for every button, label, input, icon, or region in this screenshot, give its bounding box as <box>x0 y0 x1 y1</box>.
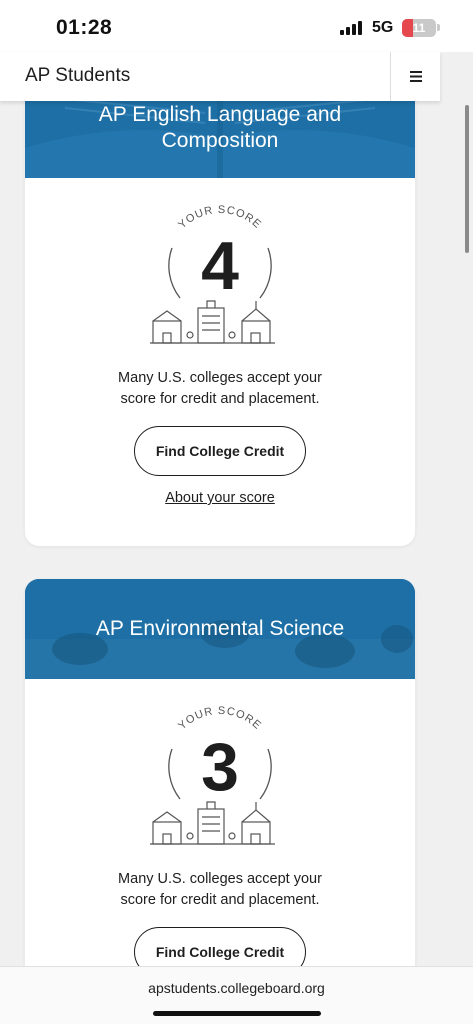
cellular-signal-icon <box>340 21 362 35</box>
battery-level: 11 <box>412 21 426 35</box>
home-indicator[interactable] <box>153 1011 321 1016</box>
network-type: 5G <box>372 19 394 36</box>
score-value: 3 <box>201 729 239 805</box>
site-title[interactable]: AP Students <box>25 65 130 87</box>
score-description-line: Many U.S. colleges accept your <box>118 370 322 386</box>
scrollbar[interactable] <box>465 105 469 253</box>
status-bar: 01:28 5G 11 <box>0 0 473 52</box>
battery-cap <box>437 24 440 31</box>
score-description: Many U.S. colleges accept your score for… <box>25 368 415 410</box>
hamburger-menu-icon <box>409 71 422 82</box>
browser-url-bar[interactable]: apstudents.collegeboard.org <box>0 966 473 1024</box>
course-title: AP English Language and Composition <box>98 103 342 152</box>
about-your-score-link[interactable]: About your score <box>25 490 415 506</box>
score-description: Many U.S. colleges accept your score for… <box>25 869 415 911</box>
status-time: 01:28 <box>56 16 113 39</box>
course-banner: AP English Language and Composition <box>25 101 415 178</box>
find-college-credit-button[interactable]: Find College Credit <box>134 426 306 476</box>
page-content[interactable]: AP English Language and Composition YOUR… <box>0 101 440 966</box>
course-title: AP Environmental Science <box>95 617 345 640</box>
score-description-line: score for credit and placement. <box>120 892 320 908</box>
battery-icon: 11 <box>402 19 436 37</box>
find-college-credit-button[interactable]: Find College Credit <box>134 927 306 966</box>
score-value: 4 <box>201 228 239 304</box>
score-description-line: score for credit and placement. <box>120 391 320 407</box>
site-header: AP Students <box>0 52 440 101</box>
url-text[interactable]: apstudents.collegeboard.org <box>0 980 473 996</box>
score-card: AP Environmental Science YOUR SCORE 3 Ma… <box>25 579 415 966</box>
score-card: AP English Language and Composition YOUR… <box>25 101 415 546</box>
score-description-line: Many U.S. colleges accept your <box>118 871 322 887</box>
course-banner: AP Environmental Science <box>25 579 415 679</box>
menu-button[interactable] <box>390 52 440 101</box>
